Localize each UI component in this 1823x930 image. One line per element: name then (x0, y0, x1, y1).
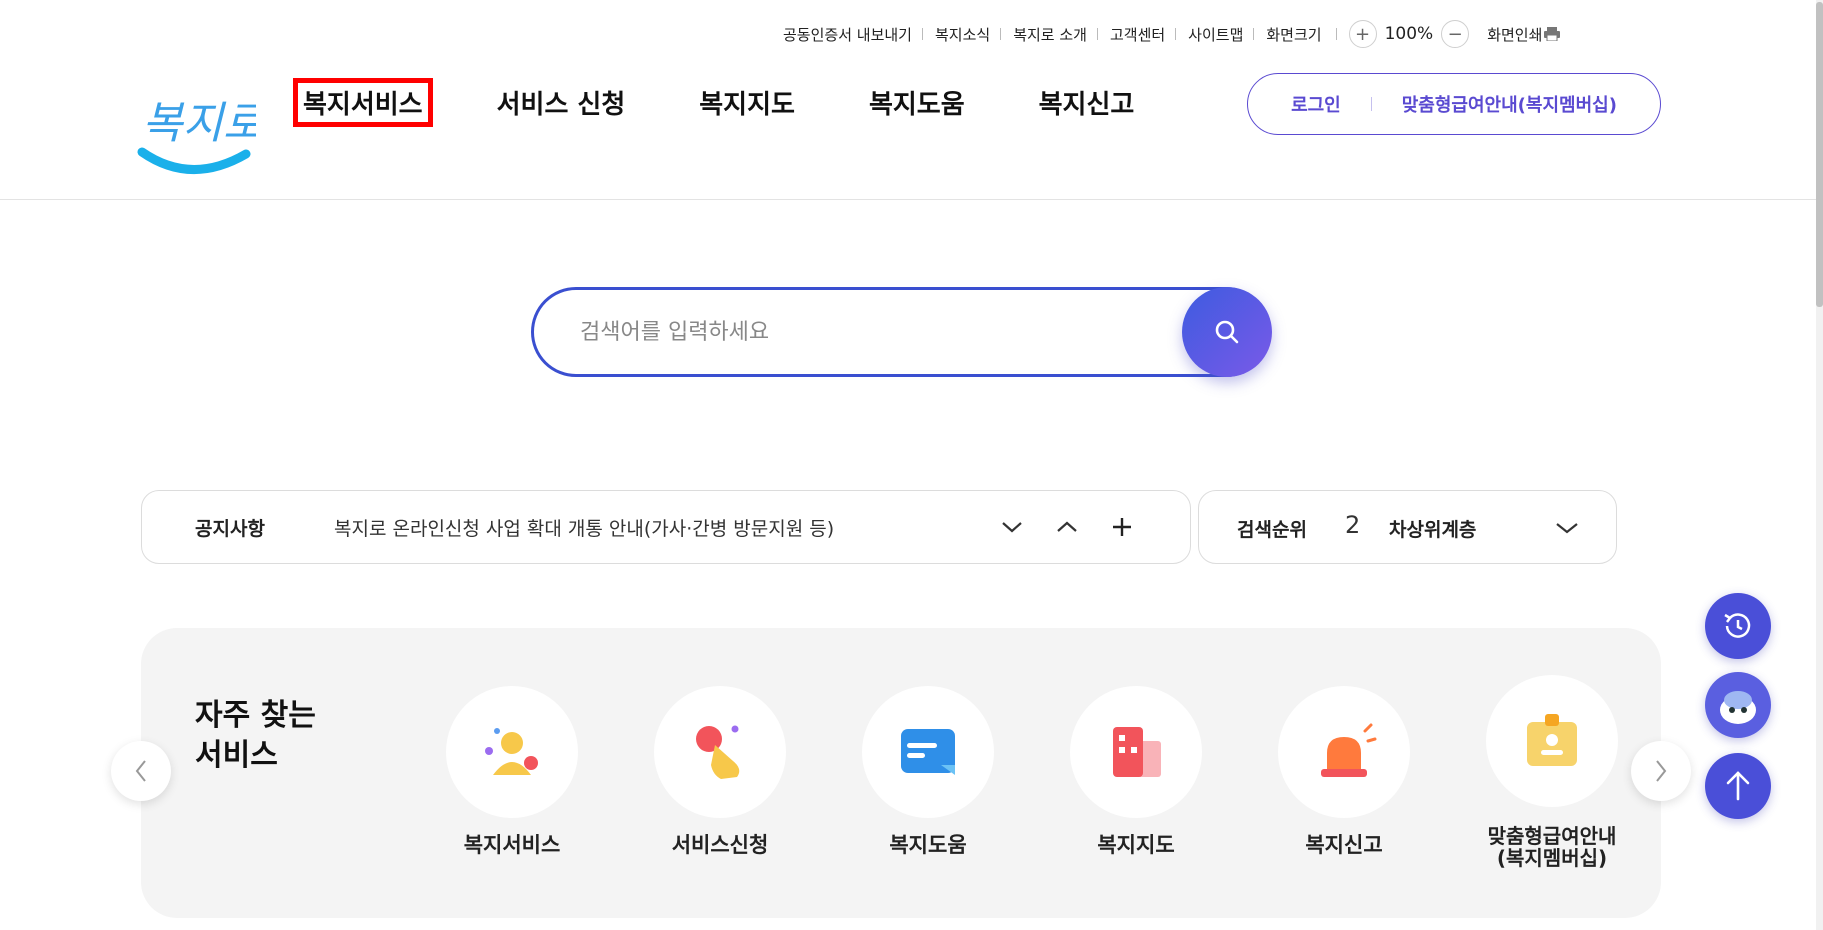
notice-bar: 공지사항 복지로 온라인신청 사업 확대 개통 안내(가사·간병 방문지원 등) (141, 490, 1191, 564)
service-circle (1278, 686, 1410, 818)
divider (1096, 28, 1098, 40)
cert-export-link[interactable]: 공동인증서 내보내기 (783, 24, 912, 45)
building-icon (1113, 727, 1161, 777)
zoom-label: 화면크기 (1266, 25, 1322, 44)
service-label-line2: (복지멤버십) (1496, 846, 1608, 870)
search-input[interactable] (531, 287, 1271, 377)
divider (1335, 28, 1337, 40)
history-icon (1724, 613, 1751, 638)
service-circle (446, 686, 578, 818)
service-item-service-apply[interactable]: 서비스신청 (645, 686, 795, 856)
divider (1000, 28, 1002, 40)
id-badge-icon (1527, 714, 1577, 766)
chevron-right-icon (1656, 760, 1667, 782)
scroll-top-button[interactable] (1705, 753, 1771, 819)
service-label: 복지지도 (1097, 833, 1175, 857)
service-item-welfare-report[interactable]: 복지신고 (1269, 686, 1419, 856)
carousel-prev-button[interactable] (111, 741, 171, 801)
divider (921, 28, 923, 40)
header: 복지로 복지서비스 서비스 신청 복지지도 복지도움 복지신고 로그인 맞춤형급… (0, 60, 1823, 200)
membership-link[interactable]: 맞춤형급여안내(복지멤버십) (1402, 91, 1617, 117)
scrollbar-thumb[interactable] (1816, 2, 1823, 307)
nav-service-apply[interactable]: 서비스 신청 (487, 78, 636, 127)
robot-icon (1720, 691, 1756, 724)
rank-expand-button[interactable] (1552, 513, 1582, 543)
search-rank: 검색순위 2 차상위계층 (1198, 490, 1617, 564)
rank-number: 2 (1345, 511, 1361, 539)
divider (1175, 28, 1177, 40)
frequent-title-line2: 서비스 (195, 738, 278, 773)
notice-next-button[interactable] (997, 512, 1027, 542)
arrow-up-icon (1726, 771, 1750, 801)
plus-icon (1113, 518, 1131, 536)
page-scrollbar[interactable] (1816, 0, 1823, 930)
main-nav: 복지서비스 서비스 신청 복지지도 복지도움 복지신고 (293, 78, 1198, 127)
nav-welfare-report[interactable]: 복지신고 (1029, 78, 1145, 127)
chevron-up-icon (1057, 521, 1077, 532)
service-label: 맞춤형급여안내 (복지멤버십) (1477, 825, 1627, 869)
notice-label: 공지사항 (195, 517, 265, 540)
utility-links: 공동인증서 내보내기 복지소식 복지로 소개 고객센터 사이트맵 화면크기 + … (783, 20, 1561, 48)
customer-center-link[interactable]: 고객센터 (1110, 24, 1165, 45)
login-box: 로그인 맞춤형급여안내(복지멤버십) (1247, 73, 1661, 135)
divider (1370, 97, 1372, 111)
nav-welfare-map[interactable]: 복지지도 (689, 78, 805, 127)
service-circle (1486, 675, 1618, 807)
utility-bar: 공동인증서 내보내기 복지소식 복지로 소개 고객센터 사이트맵 화면크기 + … (0, 14, 1823, 48)
nav-welfare-help[interactable]: 복지도움 (859, 78, 975, 127)
welfare-news-link[interactable]: 복지소식 (935, 24, 990, 45)
carousel-next-button[interactable] (1631, 741, 1691, 801)
logo[interactable]: 복지로 (136, 74, 266, 184)
chatbot-button[interactable] (1705, 672, 1771, 738)
service-circle (862, 686, 994, 818)
siren-icon (1321, 723, 1377, 777)
service-label: 복지서비스 (463, 833, 561, 857)
service-item-welfare-map[interactable]: 복지지도 (1061, 686, 1211, 856)
service-item-welfare-help[interactable]: 복지도움 (853, 686, 1003, 856)
zoom-in-button[interactable]: + (1348, 20, 1377, 48)
pointing-hand-icon (696, 725, 740, 779)
notice-prev-button[interactable] (1052, 512, 1082, 542)
login-link[interactable]: 로그인 (1291, 91, 1341, 117)
nav-welfare-service[interactable]: 복지서비스 (293, 78, 433, 127)
rank-label: 검색순위 (1237, 519, 1307, 541)
frequent-title-line1: 자주 찾는 (195, 698, 316, 733)
frequent-title: 자주 찾는 서비스 (195, 696, 316, 776)
logo-text: 복지로 (142, 98, 256, 149)
printer-icon (1544, 27, 1561, 42)
divider (1253, 28, 1255, 40)
sitemap-link[interactable]: 사이트맵 (1188, 24, 1243, 45)
service-label: 서비스신청 (671, 833, 769, 857)
about-link[interactable]: 복지로 소개 (1013, 24, 1087, 45)
notice-more-button[interactable] (1107, 512, 1137, 542)
service-item-welfare-service[interactable]: 복지서비스 (437, 686, 587, 856)
rank-keyword[interactable]: 차상위계층 (1389, 515, 1476, 542)
search-icon (1215, 320, 1239, 344)
zoom-value: 100% (1384, 24, 1434, 44)
zoom-control: + 100% − (1335, 20, 1470, 48)
chevron-left-icon (135, 760, 146, 782)
service-circle (1070, 686, 1202, 818)
service-label: 복지신고 (1305, 833, 1383, 857)
person-icon (485, 728, 538, 775)
service-label-line1: 맞춤형급여안내 (1487, 824, 1617, 848)
chevron-down-icon (1002, 522, 1022, 533)
service-item-membership[interactable]: 맞춤형급여안내 (복지멤버십) (1477, 675, 1627, 869)
search-button[interactable] (1182, 287, 1272, 377)
print-button[interactable]: 화면인쇄 (1487, 24, 1561, 45)
frequent-services: 자주 찾는 서비스 복지서비스 서비스신청 복지도움 복지지도 복지신고 맞춤형… (141, 628, 1661, 918)
message-icon (901, 729, 955, 775)
print-label: 화면인쇄 (1487, 25, 1543, 44)
notice-text[interactable]: 복지로 온라인신청 사업 확대 개통 안내(가사·간병 방문지원 등) (334, 514, 834, 541)
zoom-out-button[interactable]: − (1441, 20, 1470, 48)
service-label: 복지도움 (889, 833, 967, 857)
search-area (531, 287, 1272, 377)
chevron-down-icon (1556, 523, 1578, 534)
recent-history-button[interactable] (1705, 593, 1771, 659)
service-circle (654, 686, 786, 818)
